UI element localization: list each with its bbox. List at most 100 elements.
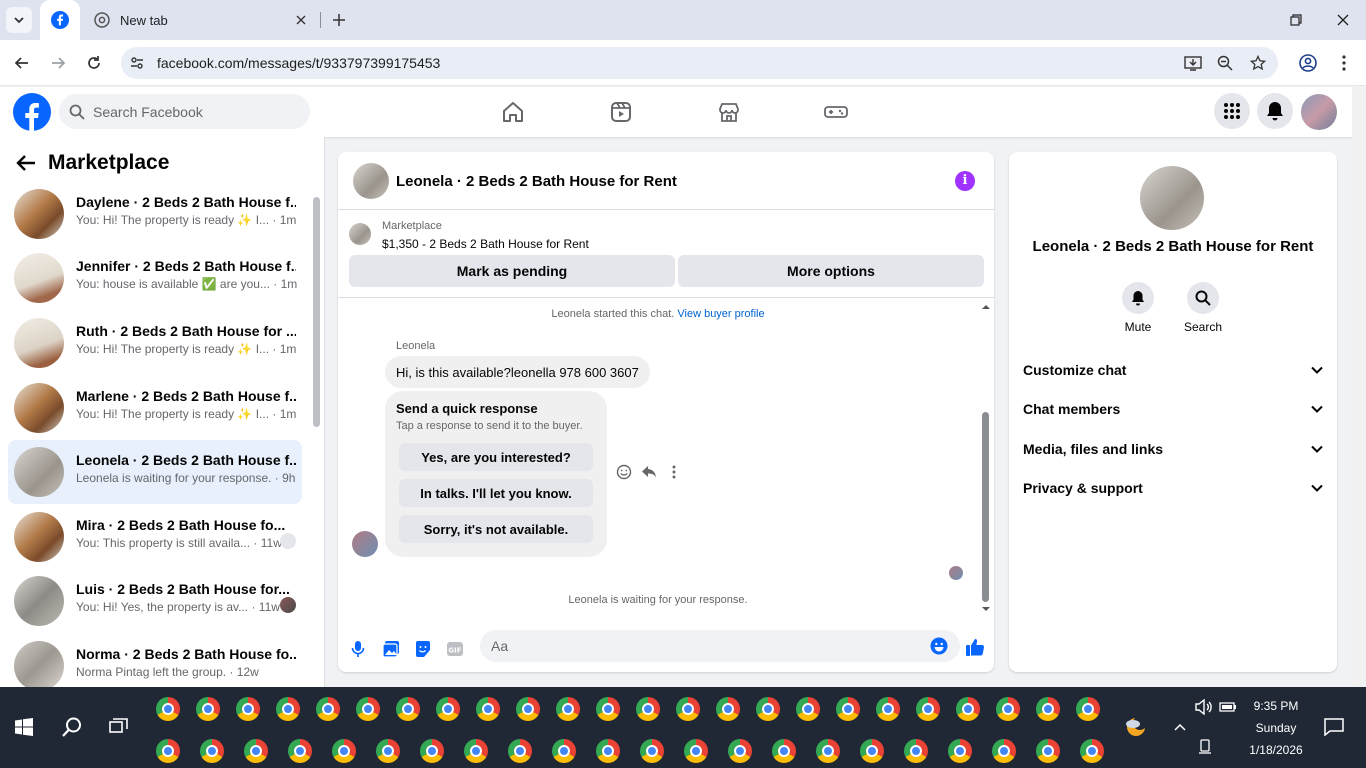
chrome-window-button[interactable] <box>330 737 358 765</box>
chrome-window-button[interactable] <box>770 737 798 765</box>
menu-grid-button[interactable] <box>1214 93 1250 129</box>
battery-button[interactable] <box>1214 693 1242 721</box>
listing-avatar[interactable] <box>1140 166 1204 230</box>
chrome-window-button[interactable] <box>638 737 666 765</box>
conversation-item[interactable]: Mira · 2 Beds 2 Bath House fo... You: Th… <box>8 505 302 569</box>
tab-search-dropdown[interactable] <box>6 7 32 33</box>
gif-button[interactable]: GIF <box>444 638 466 660</box>
conversation-item-active[interactable]: Leonela · 2 Beds 2 Bath House f... Leone… <box>8 440 302 504</box>
chrome-window-button[interactable] <box>234 695 262 723</box>
restore-window-button[interactable] <box>1286 10 1306 30</box>
view-buyer-profile-link[interactable]: View buyer profile <box>677 308 764 320</box>
start-button[interactable] <box>10 713 38 741</box>
chrome-window-button[interactable] <box>902 737 930 765</box>
chrome-window-button[interactable] <box>726 737 754 765</box>
chrome-window-button[interactable] <box>994 695 1022 723</box>
privacy-support-section[interactable]: Privacy & support <box>1023 473 1323 503</box>
emoji-button[interactable] <box>928 635 950 657</box>
chrome-window-button[interactable] <box>634 695 662 723</box>
react-button[interactable] <box>615 463 633 481</box>
chrome-window-button[interactable] <box>154 737 182 765</box>
message-bubble[interactable]: Hi, is this available?leonella 978 600 3… <box>385 356 650 388</box>
conversation-item[interactable]: Marlene · 2 Beds 2 Bath House f... You: … <box>8 376 302 440</box>
weather-widget[interactable] <box>1121 713 1149 741</box>
chrome-window-button[interactable] <box>506 737 534 765</box>
sender-avatar[interactable] <box>352 531 378 557</box>
new-tab-button[interactable] <box>327 8 351 32</box>
chrome-window-button[interactable] <box>1074 695 1102 723</box>
chrome-window-button[interactable] <box>874 695 902 723</box>
send-like-button[interactable] <box>964 636 986 658</box>
reload-button[interactable] <box>82 51 106 75</box>
install-app-icon[interactable] <box>1183 53 1203 73</box>
notifications-button[interactable] <box>1257 93 1293 129</box>
chrome-window-button[interactable] <box>954 695 982 723</box>
chrome-window-button[interactable] <box>242 737 270 765</box>
conversation-item[interactable]: Daylene · 2 Beds 2 Bath House f... You: … <box>8 182 302 246</box>
tab-facebook[interactable] <box>40 0 80 40</box>
chrome-window-button[interactable] <box>682 737 710 765</box>
browser-menu-button[interactable] <box>1332 51 1356 75</box>
quick-reply-button[interactable]: Sorry, it's not available. <box>399 515 593 543</box>
taskbar-search-button[interactable] <box>58 713 86 741</box>
chrome-window-button[interactable] <box>194 695 222 723</box>
chrome-window-button[interactable] <box>514 695 542 723</box>
chrome-window-button[interactable] <box>474 695 502 723</box>
media-files-links-section[interactable]: Media, files and links <box>1023 434 1323 464</box>
chat-avatar[interactable] <box>353 163 389 199</box>
zoom-icon[interactable] <box>1215 53 1235 73</box>
tab-close-button[interactable] <box>292 11 310 29</box>
chrome-window-button[interactable] <box>198 737 226 765</box>
facebook-search-input[interactable]: Search Facebook <box>59 94 310 129</box>
nav-gaming-button[interactable] <box>823 99 849 125</box>
close-window-button[interactable] <box>1333 10 1353 30</box>
chrome-window-button[interactable] <box>594 695 622 723</box>
forward-button[interactable] <box>46 51 70 75</box>
sticker-button[interactable] <box>412 638 434 660</box>
chrome-window-button[interactable] <box>394 695 422 723</box>
reply-button[interactable] <box>640 463 658 481</box>
conversation-item[interactable]: Ruth · 2 Beds 2 Bath House for ... You: … <box>8 311 302 375</box>
chrome-window-button[interactable] <box>946 737 974 765</box>
back-button[interactable] <box>10 51 34 75</box>
nav-marketplace-button[interactable] <box>716 99 742 125</box>
chrome-window-button[interactable] <box>286 737 314 765</box>
chrome-window-button[interactable] <box>914 695 942 723</box>
chrome-window-button[interactable] <box>374 737 402 765</box>
chrome-window-button[interactable] <box>814 737 842 765</box>
chrome-window-button[interactable] <box>834 695 862 723</box>
quick-reply-button[interactable]: In talks. I'll let you know. <box>399 479 593 507</box>
chrome-window-button[interactable] <box>154 695 182 723</box>
notification-center-button[interactable] <box>1320 713 1348 741</box>
chat-scrollbar[interactable] <box>982 412 989 602</box>
tab-new-tab[interactable]: New tab <box>86 6 318 34</box>
site-settings-icon[interactable] <box>127 53 147 73</box>
chrome-window-button[interactable] <box>794 695 822 723</box>
chrome-window-button[interactable] <box>858 737 886 765</box>
chrome-window-button[interactable] <box>462 737 490 765</box>
chat-members-section[interactable]: Chat members <box>1023 394 1323 424</box>
chrome-window-button[interactable] <box>754 695 782 723</box>
chrome-window-button[interactable] <box>594 737 622 765</box>
chrome-window-button[interactable] <box>554 695 582 723</box>
customize-chat-section[interactable]: Customize chat <box>1023 355 1323 385</box>
listing-title[interactable]: $1,350 - 2 Beds 2 Bath House for Rent <box>382 237 589 251</box>
mute-button[interactable]: Mute <box>1108 282 1168 334</box>
conversation-item[interactable]: Luis · 2 Beds 2 Bath House for... You: H… <box>8 569 302 633</box>
address-bar[interactable]: facebook.com/messages/t/933797399175453 <box>121 47 1278 79</box>
chrome-window-button[interactable] <box>1078 737 1106 765</box>
more-options-button[interactable]: More options <box>678 255 984 287</box>
conversation-list-scrollbar[interactable] <box>313 197 320 427</box>
chrome-window-button[interactable] <box>1034 737 1062 765</box>
chrome-window-button[interactable] <box>714 695 742 723</box>
search-in-chat-button[interactable]: Search <box>1173 282 1233 334</box>
mark-as-pending-button[interactable]: Mark as pending <box>349 255 675 287</box>
voice-clip-button[interactable] <box>347 638 369 660</box>
nav-video-button[interactable] <box>608 99 634 125</box>
scroll-down-icon[interactable] <box>981 606 991 612</box>
chrome-window-button[interactable] <box>354 695 382 723</box>
bookmark-star-icon[interactable] <box>1248 53 1268 73</box>
scroll-up-icon[interactable] <box>981 304 991 310</box>
chrome-window-button[interactable] <box>314 695 342 723</box>
task-view-button[interactable] <box>105 713 133 741</box>
